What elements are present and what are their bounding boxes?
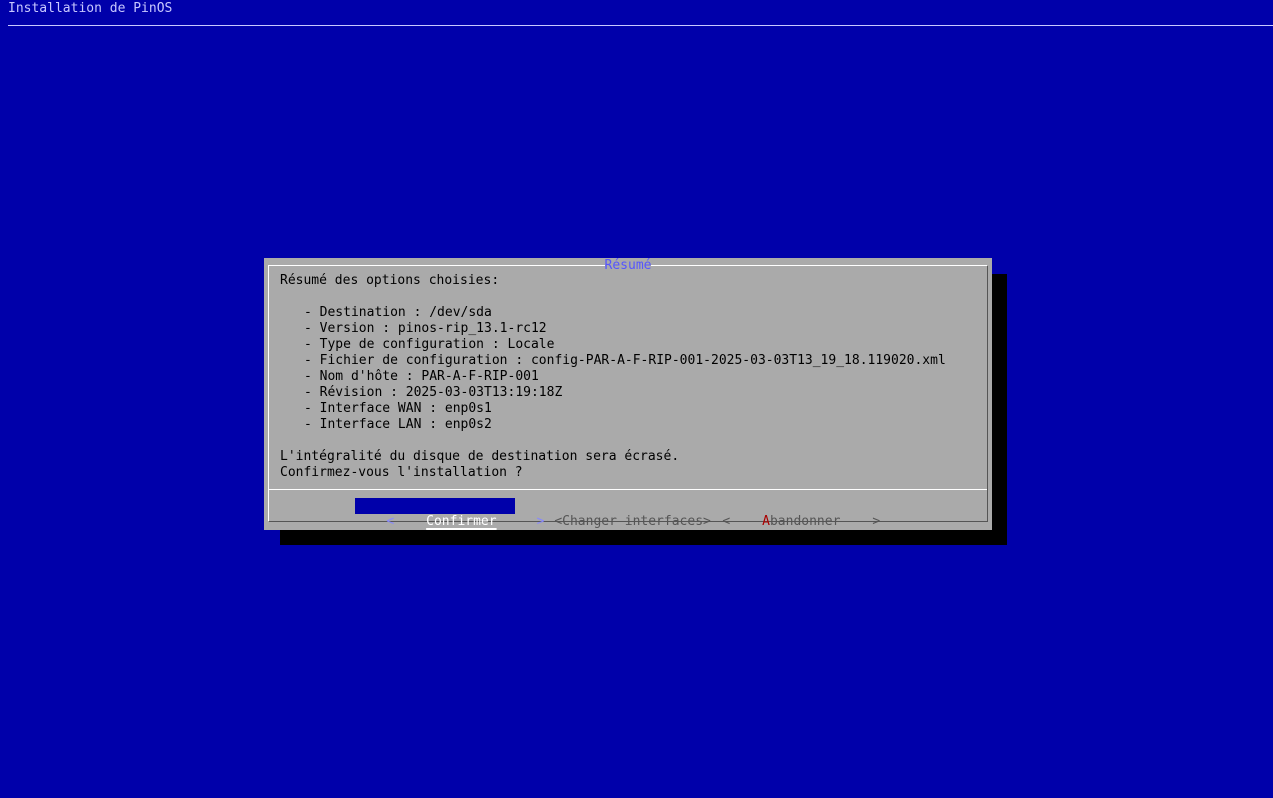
dialog-title-text: Résumé (604, 258, 652, 273)
abort-button[interactable]: < Abandonner > (691, 498, 880, 529)
abort-label: bandonner (769, 514, 841, 529)
change-label: Changer interfaces (562, 514, 704, 529)
option-revision: - Révision : 2025-03-03T13:19:18Z (304, 385, 563, 400)
button-separator (269, 489, 987, 490)
confirm-button[interactable]: < Confirmer > (355, 498, 544, 529)
option-hostname: - Nom d'hôte : PAR-A-F-RIP-001 (304, 369, 539, 384)
option-wan-interface: - Interface WAN : enp0s1 (304, 401, 492, 416)
option-version: - Version : pinos-rip_13.1-rc12 (304, 321, 547, 336)
abort-left-bracket: < (722, 514, 731, 529)
confirm-label: Confirmer (426, 514, 497, 529)
abort-hotkey: A (762, 514, 770, 529)
backtitle-divider (8, 25, 1273, 26)
confirm-left-bracket: < (386, 514, 395, 529)
option-lan-interface: - Interface LAN : enp0s2 (304, 417, 492, 432)
backtitle: Installation de PinOS (8, 1, 173, 16)
change-left-bracket: < (554, 514, 563, 529)
confirm-question: Confirmez-vous l'installation ? (280, 465, 523, 480)
option-config-file: - Fichier de configuration : config-PAR-… (304, 353, 946, 368)
option-config-type: - Type de configuration : Locale (304, 337, 555, 352)
warning-text: L'intégralité du disque de destination s… (280, 449, 680, 464)
abort-right-bracket: > (872, 514, 881, 529)
dialog-title: Résumé (264, 258, 992, 274)
summary-dialog: Résumé Résumé des options choisies: - De… (264, 258, 992, 530)
option-destination: - Destination : /dev/sda (304, 305, 492, 320)
summary-intro: Résumé des options choisies: (280, 273, 500, 288)
change-interfaces-button[interactable]: <Changer interfaces> (523, 498, 711, 529)
